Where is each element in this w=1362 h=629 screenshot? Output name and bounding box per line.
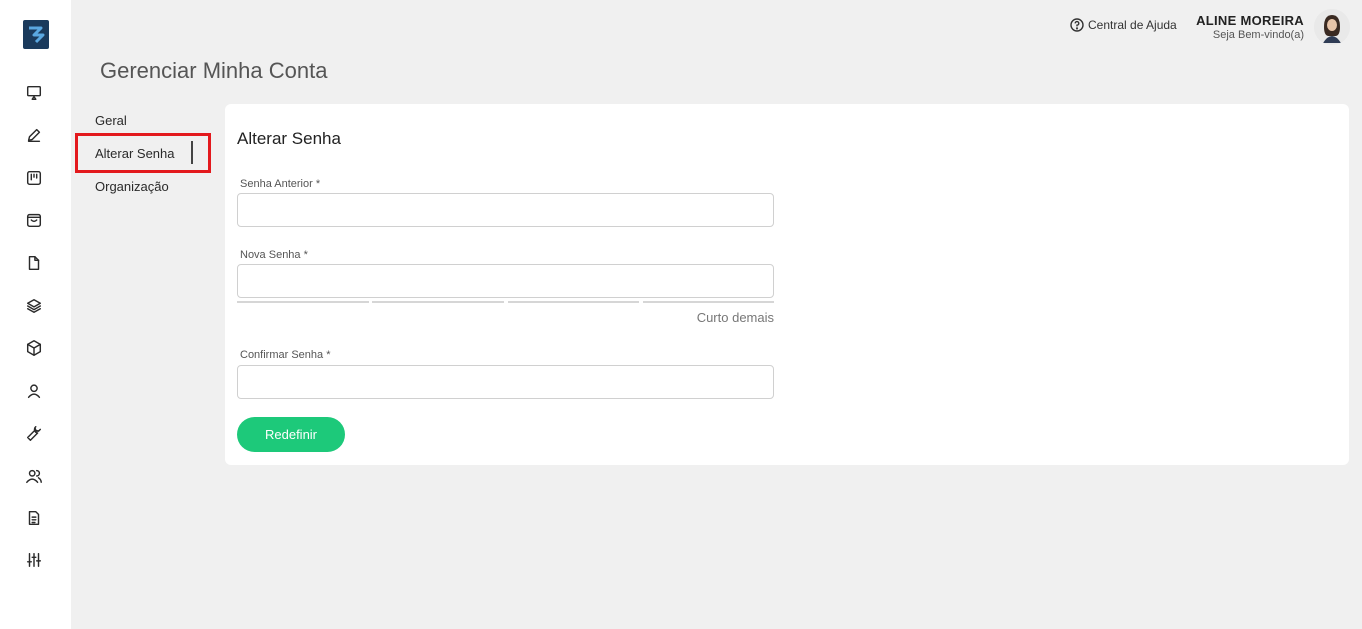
pencil-icon[interactable]	[24, 125, 44, 145]
subnav-item-alterar-senha[interactable]: Alterar Senha	[95, 146, 175, 161]
wrench-icon[interactable]	[24, 423, 44, 443]
document-icon[interactable]	[24, 508, 44, 528]
new-password-label: Nova Senha *	[240, 249, 308, 261]
sidebar	[0, 0, 71, 629]
user-icon[interactable]	[24, 381, 44, 401]
presentation-icon[interactable]	[24, 83, 44, 103]
new-password-field[interactable]	[237, 264, 774, 298]
help-label: Central de Ajuda	[1088, 18, 1177, 32]
sliders-icon[interactable]	[24, 550, 44, 570]
avatar[interactable]	[1314, 9, 1350, 45]
strength-segment	[372, 301, 504, 303]
bag-icon[interactable]	[24, 210, 44, 230]
app-logo[interactable]	[23, 20, 49, 49]
strength-segment	[508, 301, 639, 303]
old-password-field[interactable]	[237, 193, 774, 227]
help-center-link[interactable]: Central de Ajuda	[1070, 18, 1177, 32]
layers-icon[interactable]	[24, 296, 44, 316]
users-icon[interactable]	[24, 466, 44, 486]
file-icon[interactable]	[24, 253, 44, 273]
strength-segment	[237, 301, 369, 303]
user-greeting: Seja Bem-vindo(a)	[1212, 29, 1304, 41]
package-icon[interactable]	[24, 338, 44, 358]
strength-segment	[643, 301, 774, 303]
page-title: Gerenciar Minha Conta	[100, 58, 328, 83]
user-info: ALINE MOREIRA Seja Bem-vindo(a)	[1196, 13, 1304, 41]
user-name: ALINE MOREIRA	[1196, 13, 1304, 28]
help-icon	[1070, 18, 1084, 32]
old-password-label: Senha Anterior *	[240, 178, 321, 190]
password-strength-text: Curto demais	[696, 310, 774, 325]
subnav-item-geral[interactable]: Geral	[95, 113, 127, 128]
card-title: Alterar Senha	[237, 129, 341, 148]
subnav-active-indicator	[191, 141, 193, 164]
redefinir-button[interactable]: Redefinir	[237, 417, 345, 452]
confirm-password-field[interactable]	[237, 365, 774, 399]
confirm-password-label: Confirmar Senha *	[240, 349, 331, 361]
subnav-item-organizacao[interactable]: Organização	[95, 179, 169, 194]
board-icon[interactable]	[24, 168, 44, 188]
